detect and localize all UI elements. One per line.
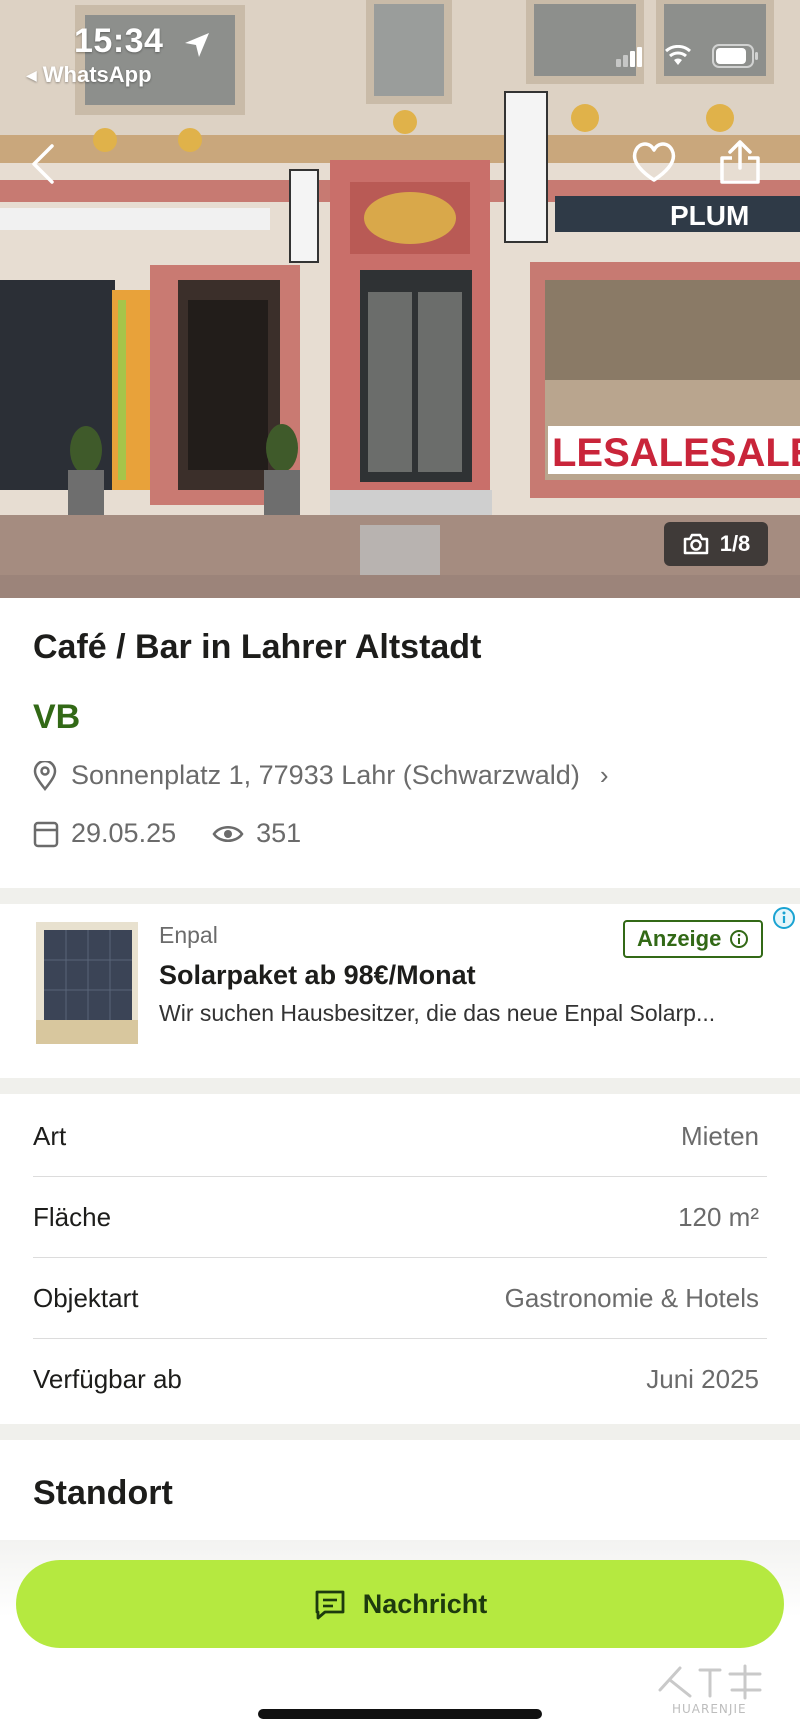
section-divider <box>0 1078 800 1094</box>
details-list: Art Mieten Fläche 120 m² Objektart Gastr… <box>33 1096 767 1420</box>
system-icons <box>616 44 760 68</box>
share-icon[interactable] <box>718 138 762 186</box>
detail-row-verfuegbar: Verfügbar ab Juni 2025 <box>33 1339 767 1420</box>
date-group: 29.05.25 <box>33 818 176 849</box>
listing-meta: 29.05.25 351 <box>33 818 337 849</box>
eye-icon <box>212 825 244 842</box>
detail-row-art: Art Mieten <box>33 1096 767 1177</box>
ad-banner[interactable]: Enpal Solarpaket ab 98€/Monat Wir suchen… <box>0 904 800 1078</box>
shop-sign-text: PLUM <box>670 200 749 231</box>
ad-title: Solarpaket ab 98€/Monat <box>159 960 476 990</box>
detail-key: Verfügbar ab <box>33 1364 182 1394</box>
wifi-icon <box>665 45 691 65</box>
message-button-label: Nachricht <box>362 1588 488 1619</box>
detail-key: Art <box>33 1120 67 1151</box>
detail-key: Fläche <box>33 1201 112 1232</box>
watermark-text: HUARENJIE <box>672 1702 747 1716</box>
message-button[interactable]: Nachricht <box>16 1560 784 1648</box>
back-to-whatsapp[interactable]: ◀ WhatsApp <box>26 62 152 88</box>
listing-price: VB <box>33 698 81 736</box>
location-section-title: Standort <box>33 1474 173 1512</box>
detail-key: Objektart <box>33 1282 139 1313</box>
status-time: 15:34 <box>74 22 164 60</box>
detail-row-flaeche: Fläche 120 m² <box>33 1177 767 1258</box>
address-text: Sonnenplatz 1, 77933 Lahr (Schwarzwald) <box>71 760 580 790</box>
ad-choices-info-icon[interactable] <box>772 906 796 930</box>
ad-image <box>36 922 138 1044</box>
chat-icon <box>315 1590 345 1620</box>
photo-counter-text: 1/8 <box>719 531 751 556</box>
window-sale-text: LESALESALESALESAL <box>552 431 800 475</box>
status-bar: 15:34 ◀ WhatsApp <box>0 0 800 100</box>
chevron-right-icon: › <box>599 760 609 790</box>
watermark-logo <box>658 1664 762 1700</box>
section-divider <box>0 1424 800 1440</box>
location-pin-icon <box>33 760 57 791</box>
detail-value: Juni 2025 <box>646 1364 759 1394</box>
view-count: 351 <box>256 818 302 848</box>
camera-icon <box>683 533 708 555</box>
battery-icon <box>712 44 758 68</box>
ad-badge-label: Anzeige <box>637 926 722 951</box>
photo-counter[interactable]: 1/8 <box>664 522 768 566</box>
favorite-heart-icon[interactable] <box>630 140 678 184</box>
ad-badge[interactable]: Anzeige <box>623 920 764 958</box>
listing-title: Café / Bar in Lahrer Altstadt <box>33 628 482 666</box>
watermark: HUARENJIE <box>650 1660 780 1720</box>
info-icon <box>730 930 749 948</box>
detail-value: 120 m² <box>678 1201 759 1232</box>
views-group: 351 <box>212 818 301 849</box>
solar-panel-image <box>36 922 138 1044</box>
listing-photo[interactable]: LESALESALESALESAL PLUM 15:34 ◀ WhatsApp <box>0 0 800 598</box>
calendar-icon <box>33 821 59 847</box>
back-triangle-icon: ◀ <box>26 66 37 83</box>
signal-icon <box>616 47 642 67</box>
location-arrow-icon <box>185 33 209 57</box>
address-link[interactable]: Sonnenplatz 1, 77933 Lahr (Schwarzwald) … <box>33 760 608 791</box>
home-indicator <box>258 1709 542 1719</box>
posted-date: 29.05.25 <box>71 818 177 848</box>
back-chevron-icon[interactable] <box>26 140 62 188</box>
detail-row-objektart: Objektart Gastronomie & Hotels <box>33 1258 767 1339</box>
back-app-label: WhatsApp <box>42 62 152 87</box>
section-divider <box>0 888 800 904</box>
ad-brand: Enpal <box>159 922 218 948</box>
ad-description: Wir suchen Hausbesitzer, die das neue En… <box>159 1000 716 1026</box>
detail-value: Mieten <box>680 1120 759 1151</box>
detail-value: Gastronomie & Hotels <box>504 1282 759 1313</box>
